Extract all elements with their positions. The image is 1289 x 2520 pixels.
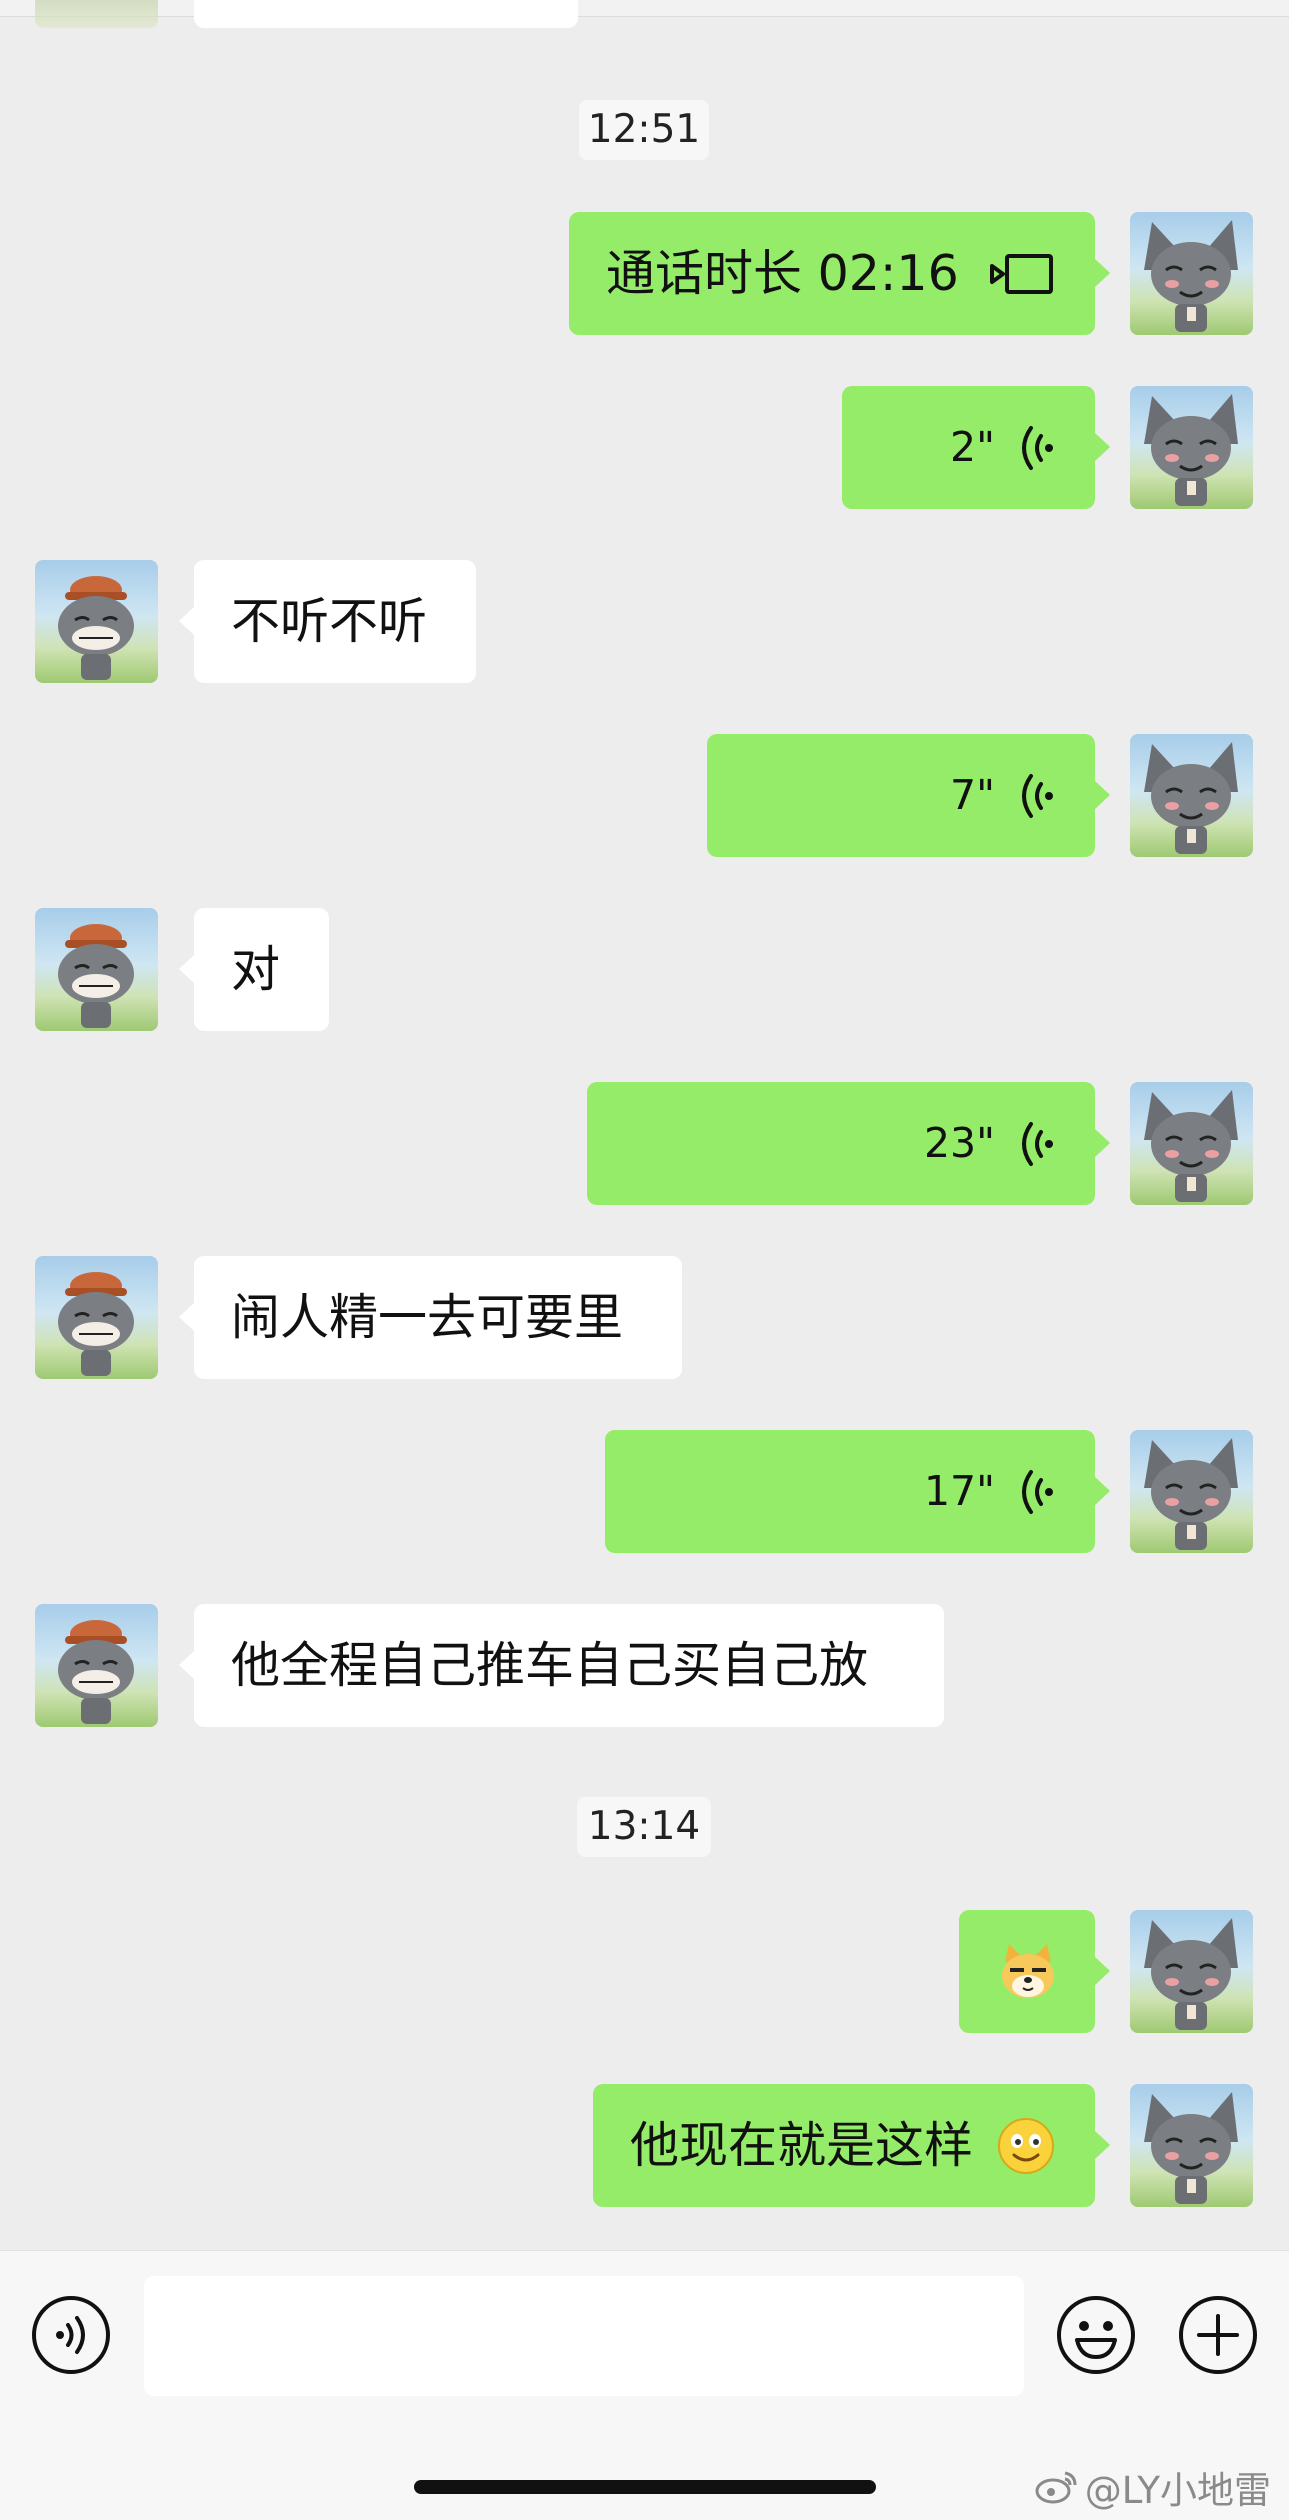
message-text: 他全程自己推车自己买自己放: [231, 1637, 869, 1694]
voice-duration: 17": [923, 1467, 995, 1515]
call-record-bubble[interactable]: 通话时长 02:16: [569, 212, 1110, 335]
voice-duration: 7": [950, 771, 995, 819]
outgoing-message-bubble[interactable]: 他现在就是这样: [593, 2084, 1110, 2207]
my-avatar[interactable]: [1130, 212, 1253, 335]
grey-wolf-avatar-icon: [1144, 220, 1238, 332]
grey-wolf-avatar-icon: [1144, 2092, 1238, 2204]
message-text: 不听不听: [231, 593, 428, 650]
incoming-message-bubble[interactable]: 闹人精一去可要里: [179, 1256, 682, 1379]
timestamp-text: 12:51: [587, 107, 701, 152]
watermark-text: @LY小地雷: [1084, 2469, 1271, 2512]
voice-message-content: 23": [924, 1082, 1055, 1205]
grey-wolf-hat-avatar-icon: [58, 1620, 134, 1724]
voice-message-bubble[interactable]: 2": [842, 386, 1110, 509]
voice-message-content: 7": [950, 734, 1055, 857]
message-text: 他现在就是这样: [630, 2117, 974, 2174]
timestamp-text: 13:14: [587, 1804, 701, 1849]
my-avatar[interactable]: [1130, 1082, 1253, 1205]
grey-wolf-avatar-icon: [1144, 742, 1238, 854]
voice-message-bubble[interactable]: 17": [605, 1430, 1110, 1553]
voice-input-icon[interactable]: [30, 2294, 112, 2376]
partial-message-bubble: [194, 0, 578, 28]
grey-wolf-avatar-icon: [1144, 1918, 1238, 2030]
grey-wolf-avatar-icon: [1144, 1090, 1238, 1202]
contact-avatar[interactable]: [35, 1256, 158, 1379]
grey-wolf-avatar-icon: [1144, 1438, 1238, 1550]
partial-avatar: [35, 0, 158, 28]
smile-emoji-icon: [998, 2118, 1054, 2174]
my-avatar[interactable]: [1130, 1910, 1253, 2033]
home-indicator[interactable]: [414, 2480, 876, 2494]
timestamp: 13:14: [577, 1797, 711, 1857]
grey-wolf-hat-avatar-icon: [58, 924, 134, 1028]
contact-avatar[interactable]: [35, 1604, 158, 1727]
voice-wave-icon: [1022, 1469, 1053, 1514]
plus-icon[interactable]: [1177, 2294, 1259, 2376]
sticker-bubble[interactable]: [959, 1910, 1110, 2033]
voice-message-bubble[interactable]: 7": [707, 734, 1110, 857]
timestamp: 12:51: [579, 100, 709, 160]
voice-message-content: 17": [924, 1430, 1055, 1553]
emoji-icon[interactable]: [1055, 2294, 1137, 2376]
voice-wave-icon: [1022, 425, 1053, 470]
call-duration-text: 通话时长 02:16: [606, 245, 959, 302]
voice-wave-icon: [1022, 773, 1053, 818]
doge-sticker-icon: [1002, 1944, 1054, 1998]
my-avatar[interactable]: [1130, 1430, 1253, 1553]
input-bar: @LY小地雷: [0, 2250, 1289, 2520]
voice-duration: 23": [923, 1119, 995, 1167]
contact-avatar[interactable]: [35, 908, 158, 1031]
message-text: 对: [231, 941, 281, 998]
my-avatar[interactable]: [1130, 2084, 1253, 2207]
incoming-message-bubble[interactable]: 不听不听: [179, 560, 476, 683]
incoming-message-bubble[interactable]: 他全程自己推车自己买自己放: [179, 1604, 944, 1727]
grey-wolf-hat-avatar-icon: [58, 576, 134, 680]
voice-wave-icon: [1022, 1121, 1053, 1166]
voice-duration: 2": [950, 423, 995, 471]
voice-message-content: 2": [950, 386, 1055, 509]
voice-message-bubble[interactable]: 23": [587, 1082, 1110, 1205]
contact-avatar[interactable]: [35, 560, 158, 683]
grey-wolf-avatar-icon: [1144, 394, 1238, 506]
weibo-logo-icon: [1035, 2471, 1077, 2504]
my-avatar[interactable]: [1130, 734, 1253, 857]
watermark: @LY小地雷: [1035, 2460, 1271, 2514]
message-input[interactable]: [144, 2276, 1024, 2396]
my-avatar[interactable]: [1130, 386, 1253, 509]
incoming-message-bubble[interactable]: 对: [179, 908, 329, 1031]
grey-wolf-hat-avatar-icon: [58, 1272, 134, 1376]
message-text: 闹人精一去可要里: [231, 1289, 624, 1346]
video-call-icon: [990, 254, 1053, 294]
